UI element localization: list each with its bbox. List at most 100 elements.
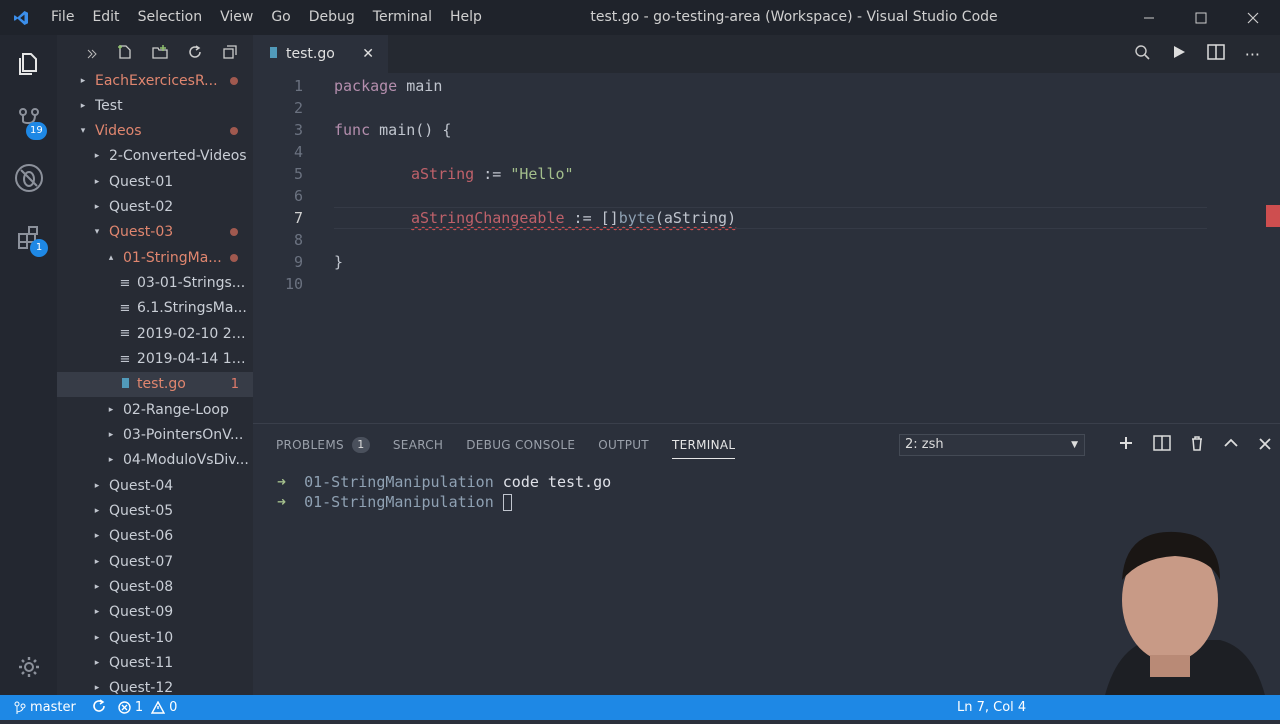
open-changes-icon[interactable] bbox=[1133, 43, 1151, 65]
tree-item-label: Quest-05 bbox=[109, 503, 174, 520]
gear-icon[interactable] bbox=[0, 642, 57, 692]
explorer-icon[interactable] bbox=[0, 39, 57, 89]
run-icon[interactable] bbox=[1171, 44, 1187, 64]
tree-item[interactable]: ▸ EachExercicesR... bbox=[57, 68, 253, 93]
add-terminal-icon[interactable] bbox=[1118, 435, 1134, 455]
modified-dot bbox=[230, 76, 238, 85]
tree-item[interactable]: ▸ 02-Range-Loop bbox=[57, 397, 253, 422]
menu-debug[interactable]: Debug bbox=[300, 0, 364, 35]
tree-item-label: Quest-12 bbox=[109, 680, 174, 695]
terminal-select[interactable]: 2: zsh ▼ bbox=[899, 434, 1085, 456]
chevron-icon: ▸ bbox=[94, 506, 100, 517]
tree-item-label: Quest-10 bbox=[109, 629, 174, 646]
tree-item-label: Quest-11 bbox=[109, 655, 174, 672]
line-number: 6 bbox=[293, 187, 303, 205]
branch-indicator[interactable]: master bbox=[14, 700, 76, 715]
git-branch-icon bbox=[14, 701, 26, 714]
tab-terminal[interactable]: TERMINAL bbox=[671, 438, 736, 459]
tab-test-go[interactable]: test.go ✕ bbox=[253, 35, 388, 73]
tab-search[interactable]: SEARCH bbox=[393, 438, 443, 452]
tab-debug-console[interactable]: DEBUG CONSOLE bbox=[466, 438, 575, 452]
refresh-icon[interactable] bbox=[187, 44, 203, 64]
collapse-all-icon[interactable] bbox=[222, 44, 238, 64]
line-number: 7 bbox=[293, 209, 303, 227]
tree-item[interactable]: ▸ 2-Converted-Videos bbox=[57, 144, 253, 169]
trash-icon[interactable] bbox=[1190, 435, 1204, 455]
menu-view[interactable]: View bbox=[211, 0, 262, 35]
tree-item[interactable]: ▸ Quest-09 bbox=[57, 600, 253, 625]
tree-item-label: 6.1.StringsMa... bbox=[137, 300, 247, 317]
tree-item[interactable]: test.go 1 bbox=[57, 371, 253, 397]
go-file-icon bbox=[119, 376, 131, 392]
error-scroll-marker bbox=[1266, 205, 1280, 227]
new-folder-icon[interactable] bbox=[152, 44, 168, 64]
source-control-icon[interactable]: 19 bbox=[0, 95, 57, 145]
cursor-position[interactable]: Ln 7, Col 4 bbox=[957, 700, 1026, 715]
problems-indicator[interactable]: 1 0 bbox=[118, 700, 178, 715]
tree-item[interactable]: ▸ Quest-06 bbox=[57, 524, 253, 549]
tab-label: test.go bbox=[286, 46, 335, 62]
tab-problems[interactable]: PROBLEMS 1 bbox=[276, 437, 370, 453]
close-window-icon[interactable] bbox=[1227, 0, 1279, 35]
menu-selection[interactable]: Selection bbox=[129, 0, 212, 35]
tree-item[interactable]: ▸ Quest-01 bbox=[57, 169, 253, 194]
tree-item[interactable]: ≡ 2019-04-14 19... bbox=[57, 347, 254, 372]
chevron-icon: ▴ bbox=[108, 252, 114, 263]
code-line-9: } bbox=[334, 253, 344, 271]
file-icon: ≡ bbox=[119, 275, 131, 291]
new-file-icon[interactable] bbox=[117, 44, 133, 64]
sync-icon[interactable] bbox=[92, 698, 106, 717]
tree-item[interactable]: ≡ 2019-02-10 22... bbox=[57, 321, 254, 346]
tree-item[interactable]: ▸ 04-ModuloVsDiv... bbox=[57, 448, 253, 473]
tree-item[interactable]: ▸ Quest-11 bbox=[57, 651, 253, 676]
tree-item[interactable]: ▴ 01-StringMa... bbox=[57, 245, 253, 270]
line-number: 1 bbox=[293, 77, 303, 95]
tab-output[interactable]: OUTPUT bbox=[598, 438, 649, 452]
split-editor-icon[interactable] bbox=[1206, 44, 1225, 64]
chevron-icon: ▸ bbox=[94, 658, 100, 669]
tree-item[interactable]: ▸ Quest-04 bbox=[57, 473, 253, 498]
tree-item[interactable]: ▸ Quest-12 bbox=[57, 676, 253, 695]
editor-actions: ··· bbox=[1133, 35, 1260, 73]
close-tab-icon[interactable]: ✕ bbox=[362, 46, 374, 62]
maximize-icon[interactable] bbox=[1175, 0, 1227, 35]
close-panel-icon[interactable] bbox=[1258, 436, 1272, 455]
tree-item[interactable]: ▾ Quest-03 bbox=[57, 220, 253, 245]
modified-dot bbox=[230, 228, 238, 237]
tree-item[interactable]: ▸ Quest-08 bbox=[57, 575, 253, 600]
vscode-logo-icon bbox=[0, 0, 42, 35]
tree-item[interactable]: ▸ Quest-02 bbox=[57, 195, 253, 220]
tree-item[interactable]: ≡ 03-01-Strings... bbox=[57, 271, 253, 296]
tree-item[interactable]: ▸ Quest-07 bbox=[57, 549, 253, 574]
tree-item[interactable]: ▸ Test bbox=[57, 93, 253, 118]
split-terminal-icon[interactable] bbox=[1153, 435, 1171, 455]
tree-item[interactable]: ▸ Quest-10 bbox=[57, 625, 253, 650]
tree-item-label: Quest-01 bbox=[109, 173, 174, 190]
line-number: 10 bbox=[284, 275, 303, 293]
chevron-icon: ▸ bbox=[94, 607, 100, 618]
tree-item-label: 01-StringMa... bbox=[123, 249, 222, 266]
more-actions-icon[interactable]: ··· bbox=[1245, 45, 1260, 64]
menu-edit[interactable]: Edit bbox=[83, 0, 128, 35]
tree-item[interactable]: ≡ 6.1.StringsMa... bbox=[57, 296, 253, 321]
debug-icon[interactable] bbox=[0, 153, 57, 203]
scm-badge: 19 bbox=[26, 122, 47, 140]
tree-item[interactable]: ▸ 03-PointersOnV... bbox=[57, 423, 253, 448]
collapse-icon[interactable] bbox=[86, 45, 98, 64]
menu-go[interactable]: Go bbox=[262, 0, 299, 35]
tree-item[interactable]: ▾ Videos bbox=[57, 119, 253, 144]
status-bar: master 1 0 Ln 7, Col 4 bbox=[0, 695, 1280, 720]
minimize-icon[interactable] bbox=[1123, 0, 1175, 35]
title-bar: File Edit Selection View Go Debug Terminal Help… bbox=[0, 0, 1280, 35]
menu-terminal[interactable]: Terminal bbox=[364, 0, 441, 35]
menu-file[interactable]: File bbox=[42, 0, 83, 35]
tree-item-label: Quest-03 bbox=[109, 224, 174, 241]
file-icon: ≡ bbox=[119, 300, 131, 316]
tree-item[interactable]: ▸ Quest-05 bbox=[57, 499, 253, 524]
file-icon: ≡ bbox=[119, 351, 131, 367]
warning-count: 0 bbox=[169, 700, 178, 715]
maximize-panel-icon[interactable] bbox=[1223, 435, 1239, 455]
extensions-icon[interactable]: 1 bbox=[0, 213, 57, 263]
webcam-overlay bbox=[1070, 520, 1280, 720]
menu-help[interactable]: Help bbox=[441, 0, 491, 35]
